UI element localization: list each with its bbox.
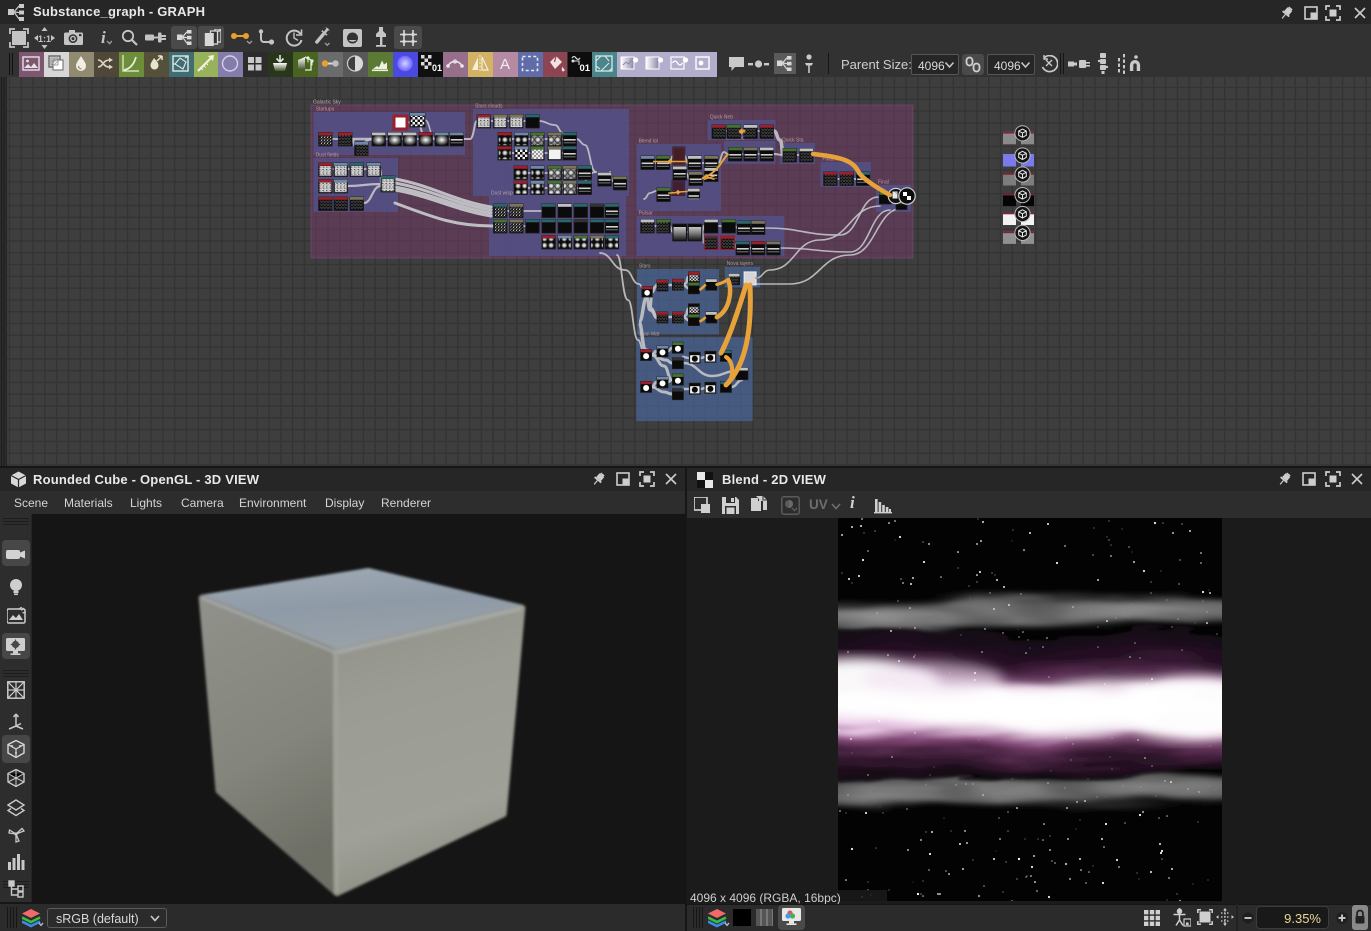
svg-text:Quick Sta: Quick Sta [782,138,804,144]
svg-text:Nova layers: Nova layers [727,261,754,267]
svg-text:Dust fields: Dust fields [316,153,340,159]
svg-text:Startups: Startups [316,107,335,113]
svg-text:1:1: 1:1 [38,34,51,44]
svg-text:01: 01 [579,63,590,74]
svg-text:i: i [101,28,106,47]
svg-text:Final: Final [878,180,889,186]
svg-text:Blend lot: Blend lot [639,139,659,145]
svg-text:Dust wisps: Dust wisps [491,191,516,197]
svg-text:Stars: Stars [639,264,651,270]
svg-text:Quick Neb: Quick Neb [710,115,734,121]
svg-text:01: 01 [432,63,442,73]
svg-text:Stars clouds: Stars clouds [475,104,503,110]
svg-text:A: A [500,56,510,73]
svg-text:Pulsar: Pulsar [639,211,654,217]
